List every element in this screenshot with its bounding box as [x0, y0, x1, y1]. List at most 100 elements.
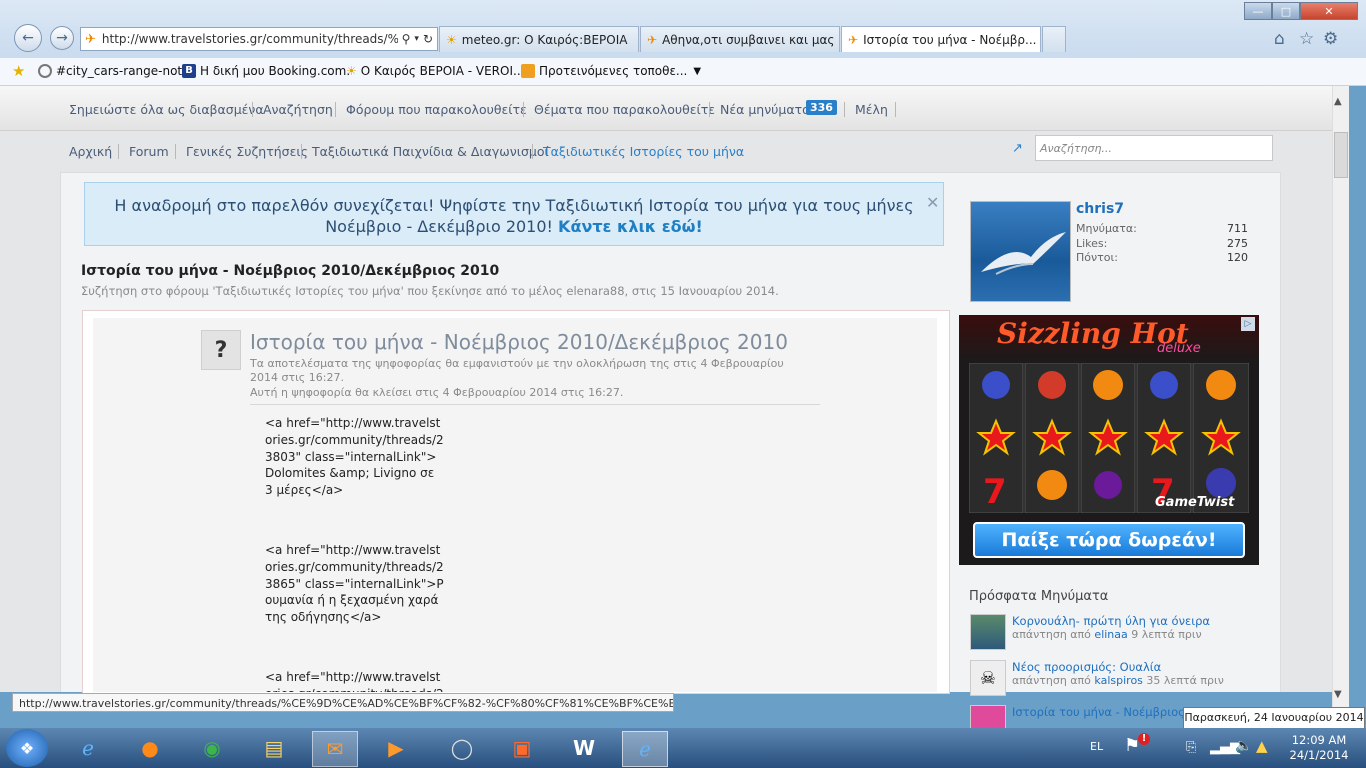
recent-title[interactable]: Κορνουάλη- πρώτη ύλη για όνειρα: [1012, 614, 1210, 628]
suggested-sites-icon: [521, 64, 535, 78]
nav-new-posts[interactable]: Νέα μηνύματα: [720, 102, 810, 117]
scrollbar-thumb[interactable]: [1334, 132, 1348, 178]
recent-thumb[interactable]: ☠: [970, 660, 1006, 696]
seagull-image: [981, 232, 1066, 275]
new-posts-badge[interactable]: 336: [806, 100, 837, 115]
divider: [532, 144, 533, 159]
tab-meteo[interactable]: ☀ meteo.gr: Ο Καιρός:ΒΕΡΟΙΑ: [439, 26, 639, 52]
forward-button[interactable]: →: [50, 26, 74, 50]
divider: [252, 102, 253, 117]
external-link-icon[interactable]: ↗: [1012, 141, 1023, 156]
recent-user[interactable]: kalspiros: [1094, 674, 1143, 687]
fav-city-cars[interactable]: #city_cars-range-note: [38, 62, 190, 80]
folder-taskbar-icon[interactable]: ▤: [252, 731, 296, 765]
weather-icon: ☀: [446, 32, 457, 47]
tab-story-of-month[interactable]: ✈ Ιστορία του μήνα - Νοέμβρ... ✕: [841, 26, 1041, 52]
chrome-taskbar-icon[interactable]: ◉: [190, 731, 234, 765]
ad-info-icon[interactable]: ▷: [1241, 317, 1255, 331]
nav-members[interactable]: Μέλη: [855, 102, 888, 117]
tab-label: Ιστορία του μήνα - Νοέμβρ...: [863, 32, 1037, 47]
add-favorite-icon[interactable]: ★: [12, 62, 25, 80]
close-icon[interactable]: ✕: [926, 193, 939, 212]
devices-icon[interactable]: ⎘: [1186, 740, 1196, 755]
dropdown-icon[interactable]: ▾: [414, 34, 419, 44]
breadcrumb-home[interactable]: Αρχική: [69, 144, 112, 159]
divider: [250, 404, 820, 405]
nav-watched-forums[interactable]: Φόρουμ που παρακολουθείτε: [346, 102, 527, 117]
nissan-icon: [38, 64, 52, 78]
advertisement[interactable]: Sizzling Hot deluxe ▷ 7 7 GameTwist Παίξ…: [959, 315, 1259, 565]
drive-icon[interactable]: ▲: [1256, 737, 1268, 755]
thread-description: Συζήτηση στο φόρουμ 'Ταξιδιωτικές Ιστορί…: [81, 284, 779, 298]
paint-taskbar-icon[interactable]: ▣: [500, 731, 544, 765]
notice-banner: Η αναδρομή στο παρελθόν συνεχίζεται! Ψηφ…: [84, 182, 944, 246]
nav-watched-threads[interactable]: Θέματα που παρακολουθείτε: [534, 102, 715, 117]
divider: [301, 144, 302, 159]
recent-thumb[interactable]: [970, 705, 1006, 728]
language-indicator[interactable]: EL: [1090, 740, 1103, 753]
ie-taskbar-icon[interactable]: ℯ: [66, 731, 110, 765]
divider: [335, 102, 336, 117]
new-tab-button[interactable]: [1042, 26, 1066, 52]
username[interactable]: chris7: [1076, 201, 1124, 217]
favorites-star-icon[interactable]: ☆: [1299, 29, 1314, 49]
notice-link[interactable]: Κάντε κλικ εδώ!: [558, 217, 703, 236]
breadcrumb-games[interactable]: Ταξιδιωτικά Παιχνίδια & Διαγωνισμοί: [312, 144, 549, 159]
poll-close-note: Αυτή η ψηφοφορία θα κλείσει στις 4 Φεβρο…: [250, 386, 624, 399]
site-favicon-icon: ✈: [85, 31, 96, 47]
clock[interactable]: 12:09 AM 24/1/2014: [1283, 733, 1355, 763]
recent-title[interactable]: Νέος προορισμός: Ουαλία: [1012, 660, 1161, 674]
date-tooltip: Παρασκευή, 24 Ιανουαρίου 2014: [1183, 707, 1365, 729]
home-icon[interactable]: ⌂: [1274, 29, 1285, 49]
arrow-right-icon: →: [56, 30, 68, 46]
scroll-down-icon[interactable]: ▼: [1334, 689, 1342, 700]
question-icon: ?: [201, 330, 241, 370]
poll-option[interactable]: <a href="http://www.travelstories.gr/com…: [265, 542, 445, 626]
outlook-taskbar-icon[interactable]: ✉: [312, 731, 358, 767]
recent-title[interactable]: Ιστορία του μήνα - Νοέμβριος...: [1012, 705, 1196, 719]
status-url: http://www.travelstories.gr/community/th…: [12, 693, 674, 712]
word-taskbar-icon[interactable]: W: [562, 731, 606, 765]
arrow-left-icon: ←: [22, 30, 34, 46]
fav-suggested-sites[interactable]: Προτεινόμενες τοποθε... ▼: [521, 62, 701, 80]
breadcrumb-current[interactable]: Ταξιδιωτικές Ιστορίες του μήνα: [543, 144, 744, 159]
breadcrumb-forum[interactable]: Forum: [129, 144, 169, 159]
nav-mark-all-read[interactable]: Σημειώστε όλα ως διαβασμένα: [69, 102, 264, 117]
stat-messages: Μηνύματα: 711: [1076, 222, 1248, 235]
ad-cta-button[interactable]: Παίξε τώρα δωρεάν!: [973, 522, 1245, 558]
poll-option[interactable]: <a href="http://www.travelstories.gr/com…: [265, 669, 445, 692]
divider: [844, 102, 845, 117]
nav-search[interactable]: Αναζήτηση: [263, 102, 333, 117]
close-window-button[interactable]: ✕: [1300, 2, 1358, 20]
recent-user[interactable]: elinaa: [1094, 628, 1127, 641]
recent-posts-heading: Πρόσφατα Μηνύματα: [969, 589, 1109, 604]
minimize-button[interactable]: —: [1244, 2, 1272, 20]
fav-booking[interactable]: BΗ δική μου Booking.com.: [182, 62, 350, 80]
tab-athens[interactable]: ✈ Αθηνα,οτι συμβαινει και μας ε...: [640, 26, 840, 52]
page-title: Ιστορία του μήνα - Νοέμβριος 2010/Δεκέμβ…: [81, 263, 500, 279]
svg-text:7: 7: [983, 472, 1007, 512]
pirate-avatar-icon: ☠: [979, 667, 997, 689]
recent-thumb[interactable]: [970, 614, 1006, 650]
refresh-icon[interactable]: ↻: [423, 32, 433, 46]
avatar[interactable]: [970, 201, 1071, 302]
notice-text: Η αναδρομή στο παρελθόν συνεχίζεται! Ψηφ…: [114, 196, 914, 236]
volume-icon[interactable]: 🔈: [1235, 738, 1252, 754]
hp-taskbar-icon[interactable]: ◯: [440, 731, 484, 765]
fav-weather-veroia[interactable]: ☀ Ο Καιρός ΒΕΡΟΙΑ - VEROI...: [346, 62, 524, 80]
start-button[interactable]: ❖: [6, 729, 48, 767]
search-input[interactable]: Αναζήτηση...: [1035, 135, 1273, 161]
address-bar[interactable]: ✈ http://www.travelstories.gr/community/…: [80, 27, 438, 51]
search-icon[interactable]: ⚲: [402, 32, 411, 46]
back-button[interactable]: ←: [14, 24, 42, 52]
weather-icon: ☀: [346, 64, 357, 78]
page-scrollbar[interactable]: [1332, 86, 1349, 707]
media-taskbar-icon[interactable]: ▶: [374, 731, 418, 765]
scroll-up-icon[interactable]: ▲: [1334, 96, 1342, 107]
breadcrumb-general[interactable]: Γενικές Συζητήσεις: [186, 144, 308, 159]
firefox-taskbar-icon[interactable]: ●: [128, 731, 172, 765]
ie-active-taskbar-icon[interactable]: ℯ: [622, 731, 668, 767]
gear-icon[interactable]: ⚙: [1323, 29, 1338, 49]
poll-option[interactable]: <a href="http://www.travelstories.gr/com…: [265, 415, 445, 499]
maximize-button[interactable]: □: [1272, 2, 1300, 20]
